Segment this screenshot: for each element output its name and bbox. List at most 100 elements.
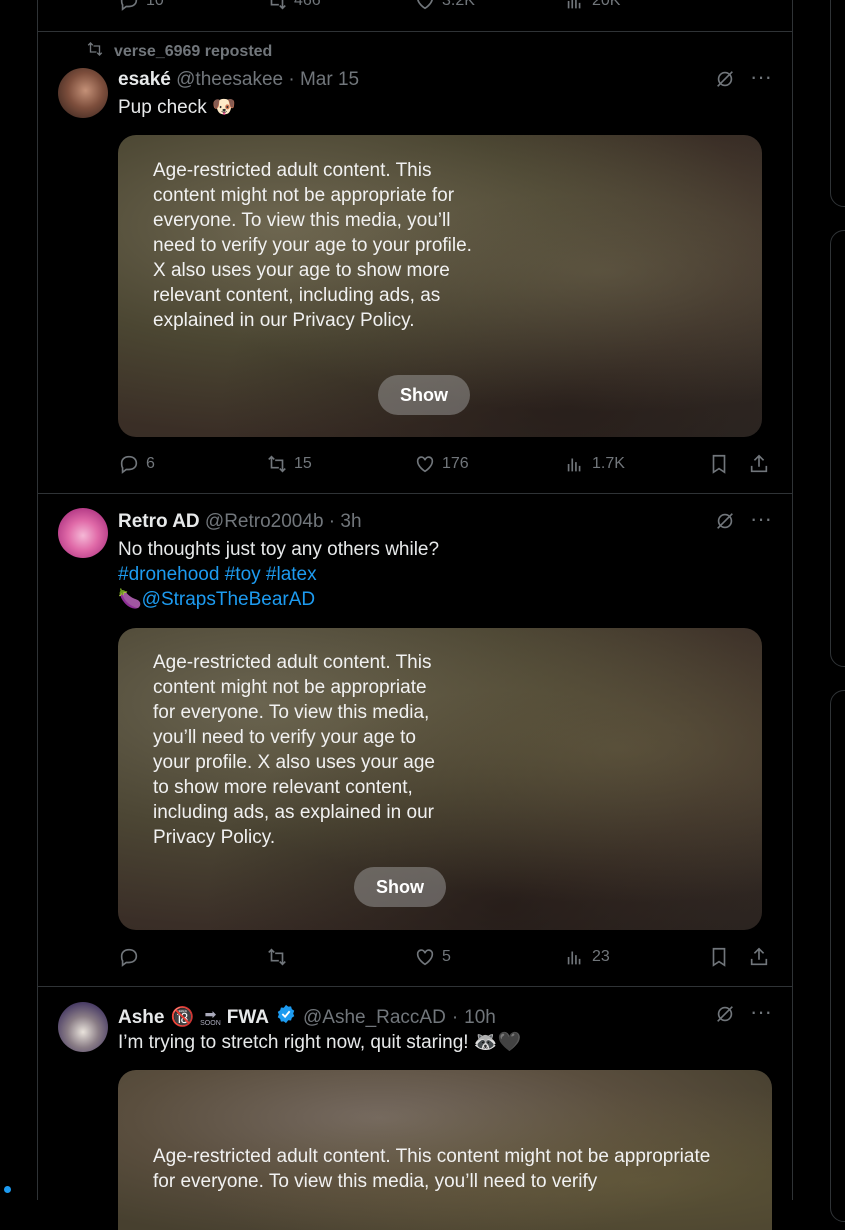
share-icon — [750, 454, 768, 473]
previous-post-actions: 10 466 3.2K 20K — [118, 0, 773, 12]
adult-18-emoji: 🔞 — [170, 1006, 195, 1028]
avatar[interactable] — [58, 508, 108, 558]
avatar[interactable] — [58, 68, 108, 118]
more-options-icon[interactable]: ··· — [750, 999, 772, 1025]
notification-dot — [4, 1186, 11, 1193]
repost-icon — [268, 948, 286, 966]
post-text: No thoughts just toy any others while? #… — [118, 537, 439, 612]
repost-button[interactable]: 466 — [266, 0, 321, 12]
grok-icon — [714, 1003, 736, 1030]
repost-count: 466 — [294, 0, 321, 9]
user-handle[interactable]: @Ashe_RaccAD — [303, 1006, 446, 1030]
hashtag-link[interactable]: #dronehood — [118, 564, 219, 585]
repost-label: verse_6969 reposted — [114, 42, 273, 60]
post-header: Retro AD @Retro2004b · 3h — [118, 510, 362, 534]
like-button[interactable]: 5 — [414, 946, 451, 968]
analytics-icon — [567, 458, 581, 472]
like-count: 3.2K — [442, 0, 475, 9]
age-restriction-warning: Age-restricted adult content. This conte… — [153, 652, 435, 848]
grok-icon — [714, 68, 736, 95]
bookmark-button[interactable] — [708, 946, 730, 968]
show-media-button[interactable]: Show — [378, 375, 470, 415]
timestamp[interactable]: Mar 15 — [300, 69, 359, 90]
heart-icon — [416, 949, 434, 966]
reply-button[interactable] — [118, 946, 146, 968]
mention-line: 🍆@StrapsTheBearAD — [118, 587, 439, 612]
age-restriction-warning: Age-restricted adult content. This conte… — [153, 1146, 711, 1192]
analytics-icon — [567, 951, 581, 965]
mention-link[interactable]: @StrapsTheBearAD — [142, 589, 315, 610]
post-text-line: No thoughts just toy any others while? — [118, 539, 440, 560]
more-options-icon[interactable]: ··· — [750, 506, 772, 532]
repost-indicator: verse_6969 reposted — [86, 40, 272, 63]
views-button[interactable]: 20K — [564, 0, 620, 12]
views-button[interactable]: 23 — [564, 946, 610, 968]
timestamp[interactable]: 10h — [464, 1006, 496, 1030]
reply-button[interactable]: 10 — [118, 0, 164, 12]
user-handle[interactable]: @Retro2004b — [205, 511, 324, 532]
like-count: 5 — [442, 948, 451, 965]
sensitive-media[interactable]: Age-restricted adult content. This conte… — [118, 135, 762, 437]
bookmark-button[interactable] — [708, 453, 730, 475]
views-count: 23 — [592, 948, 610, 965]
separator: · — [288, 69, 295, 90]
post-text: Pup check 🐶 — [118, 97, 236, 118]
like-button[interactable]: 176 — [414, 453, 469, 475]
hashtag-link[interactable]: #latex — [266, 564, 317, 585]
sidebar-card-edge — [830, 690, 845, 1222]
grok-button[interactable] — [714, 68, 736, 95]
share-button[interactable] — [748, 453, 770, 475]
display-name-suffix: FWA — [226, 1006, 269, 1028]
user-handle[interactable]: @theesakee — [176, 69, 283, 90]
soon-arrow-emoji: ➡ SOON — [200, 1007, 221, 1028]
repost-button[interactable]: 15 — [266, 453, 312, 475]
post-actions: 6 15 176 1.7K — [118, 453, 773, 479]
like-button[interactable]: 3.2K — [414, 0, 475, 12]
share-icon — [750, 947, 768, 966]
reply-button[interactable]: 6 — [118, 453, 155, 475]
post-divider — [38, 986, 792, 987]
reply-count: 6 — [146, 455, 155, 472]
timestamp[interactable]: 3h — [340, 511, 361, 532]
grok-button[interactable] — [714, 510, 736, 537]
reply-icon — [120, 0, 138, 11]
repost-count: 15 — [294, 455, 312, 472]
views-button[interactable]: 1.7K — [564, 453, 625, 475]
share-button[interactable] — [748, 946, 770, 968]
more-options-icon[interactable]: ··· — [750, 64, 772, 90]
show-media-button[interactable]: Show — [354, 867, 446, 907]
bookmark-icon — [712, 454, 726, 474]
timeline-feed: 10 466 3.2K 20K verse_6969 reposted esak… — [37, 0, 793, 1230]
reply-icon — [120, 455, 138, 474]
post-divider — [38, 493, 792, 494]
heart-icon — [417, 0, 433, 10]
verified-badge-icon — [275, 1003, 297, 1032]
display-name[interactable]: Ashe — [118, 1006, 164, 1030]
grok-button[interactable] — [714, 1003, 736, 1030]
soon-label: SOON — [200, 1019, 221, 1027]
heart-icon — [416, 456, 434, 473]
avatar[interactable] — [58, 1002, 108, 1052]
repost-button[interactable] — [266, 946, 294, 968]
repost-icon — [268, 455, 286, 473]
eggplant-emoji: 🍆 — [118, 589, 142, 610]
age-restriction-warning: Age-restricted adult content. This conte… — [153, 160, 472, 331]
display-name[interactable]: Retro AD — [118, 511, 200, 532]
bookmark-icon — [712, 947, 726, 967]
repost-icon — [270, 0, 286, 10]
repost-icon — [86, 40, 104, 63]
post-actions: 5 23 — [118, 946, 773, 972]
sensitive-media[interactable]: Age-restricted adult content. This conte… — [118, 1070, 772, 1230]
display-name[interactable]: esaké — [118, 69, 171, 90]
hashtag-link[interactable]: #toy — [225, 564, 261, 585]
post-text: I’m trying to stretch right now, quit st… — [118, 1032, 522, 1053]
sensitive-media[interactable]: Age-restricted adult content. This conte… — [118, 628, 762, 930]
separator: · — [328, 511, 336, 532]
grok-icon — [714, 510, 736, 537]
post-header: Ashe 🔞 ➡ SOON FWA @Ashe_RaccAD · 10h — [118, 1003, 496, 1032]
reply-icon — [120, 948, 138, 967]
views-count: 1.7K — [592, 455, 625, 472]
separator: · — [451, 1006, 459, 1028]
post-divider — [38, 31, 792, 32]
like-count: 176 — [442, 455, 469, 472]
